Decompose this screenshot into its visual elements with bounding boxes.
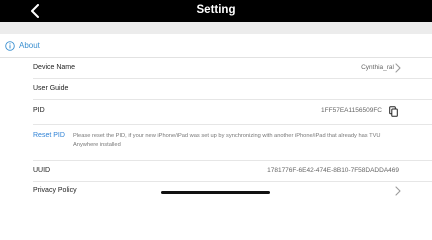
about-section-header: About <box>0 34 432 58</box>
section-title: About <box>19 41 40 50</box>
device-name-value: Cynthia_ral <box>361 64 394 71</box>
chevron-right-icon <box>395 186 401 196</box>
info-icon <box>5 41 15 51</box>
reset-pid-row: Reset PID Please reset the PID, if your … <box>0 125 432 161</box>
user-guide-row[interactable]: User Guide <box>0 79 432 100</box>
navigation-bar: Setting <box>0 0 432 22</box>
privacy-policy-label: Privacy Policy <box>33 187 77 194</box>
uuid-value: 1781776F-6E42-474E-8B10-7F58DADDA469 <box>267 167 399 174</box>
user-guide-label: User Guide <box>33 85 69 92</box>
pid-value: 1FF57EA1156509FC <box>321 107 382 114</box>
uuid-label: UUID <box>33 167 51 174</box>
page-title: Setting <box>196 4 236 16</box>
section-spacer <box>0 22 432 34</box>
chevron-right-icon <box>395 63 401 73</box>
device-name-row[interactable]: Device Name Cynthia_ral <box>0 58 432 79</box>
reset-pid-description: Please reset the PID, if your new iPhone… <box>73 133 381 148</box>
copy-icon[interactable] <box>389 106 398 117</box>
uuid-row: UUID 1781776F-6E42-474E-8B10-7F58DADDA46… <box>0 161 432 182</box>
reset-pid-button[interactable]: Reset PID <box>33 132 65 139</box>
pid-label: PID <box>33 107 45 114</box>
pid-row: PID 1FF57EA1156509FC <box>0 100 432 125</box>
device-name-label: Device Name <box>33 64 76 71</box>
home-indicator[interactable] <box>161 191 270 194</box>
